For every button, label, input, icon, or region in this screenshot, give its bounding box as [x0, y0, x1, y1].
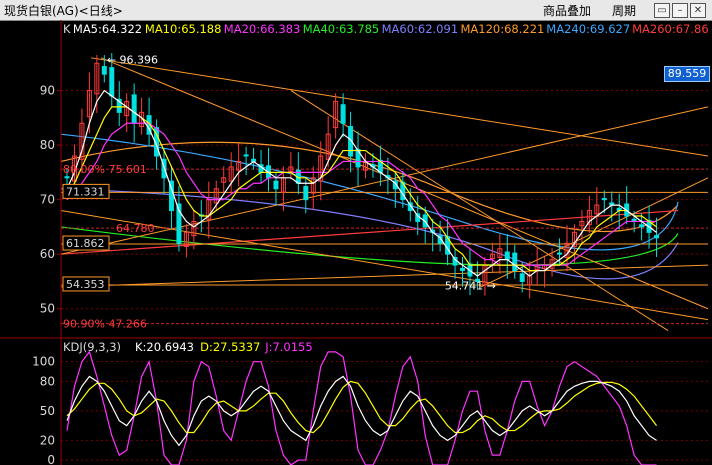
low-marker: 54.741 → — [445, 280, 496, 293]
candle-body — [303, 186, 309, 201]
title-bar: 现货白银(AG)<日线> 商品叠加 周期 ▭ – ✕ — [0, 0, 712, 21]
candle-body — [460, 267, 466, 272]
overlay-button[interactable]: 商品叠加 — [543, 2, 591, 19]
kdj-tick-label: 50 — [40, 404, 55, 418]
kdj-tick-label: 100 — [32, 355, 55, 369]
fib-label: 80.00% 75.601 — [63, 163, 147, 176]
candle-body — [131, 94, 137, 124]
chart-title: 现货白银(AG)<日线> — [4, 4, 123, 18]
candle-body — [504, 251, 510, 261]
close-icon[interactable]: ✕ — [690, 3, 706, 18]
candle-body — [101, 66, 107, 75]
candle-body — [519, 273, 525, 282]
price-tick-label: 90 — [40, 84, 55, 98]
trend-line — [90, 57, 709, 157]
kdj-j-line — [66, 350, 657, 465]
kdj-tick-label: 0 — [47, 453, 55, 465]
level-label: 71.331 — [66, 185, 105, 198]
trend-line — [60, 210, 709, 321]
minimize-icon[interactable]: – — [672, 3, 688, 18]
candle-body — [64, 176, 70, 179]
price-tick-label: 60 — [40, 247, 55, 261]
fib-label: 90.90% 47.266 — [63, 318, 147, 331]
candlestick-chart[interactable]: 90 80 70 60 50 100 80 50 20 0 71.331 61.862 54.353 8… — [0, 20, 712, 465]
candle-body — [601, 198, 607, 201]
price-tick-label: 80 — [40, 138, 55, 152]
candle-body — [273, 180, 279, 190]
candle-body — [557, 252, 563, 255]
fib-label: 64.780 — [116, 222, 155, 235]
candle-body — [654, 235, 660, 239]
candle-body — [639, 224, 645, 228]
candle-body — [512, 252, 518, 272]
candle-body — [243, 154, 249, 157]
candle-body — [109, 67, 115, 97]
price-tick-label: 50 — [40, 302, 55, 316]
level-label: 54.353 — [66, 278, 105, 291]
restore-icon[interactable]: ▭ — [654, 3, 670, 18]
kdj-tick-label: 20 — [40, 433, 55, 447]
candle-body — [340, 104, 346, 124]
level-label: 61.862 — [66, 237, 105, 250]
period-button[interactable]: 周期 — [612, 2, 636, 19]
price-tick-label: 70 — [40, 193, 55, 207]
kdj-tick-label: 80 — [40, 374, 55, 388]
kdj-d-line — [66, 380, 658, 434]
high-marker: ← 96.396 — [107, 53, 158, 66]
